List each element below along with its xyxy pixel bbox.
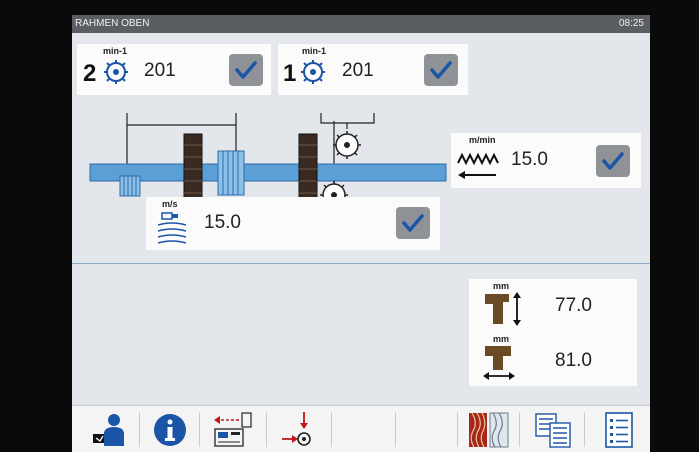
toolbar-separator [395,412,396,447]
section-divider [72,263,650,264]
operator-button[interactable] [80,408,134,451]
dimension-value: 77.0 [555,295,592,316]
saw-blade-icon [103,59,129,90]
dimension-unit-label: mm [493,334,510,344]
clock: 08:25 [618,18,644,29]
spindle-number: 2 [83,60,97,87]
feed-panel[interactable]: m/min 15.0 [451,133,641,188]
check-button[interactable] [424,54,458,86]
check-button[interactable] [596,145,630,177]
title-bar: RAHMEN OBEN 08:25 [72,15,650,33]
cutting-speed-panel[interactable]: m/s 15.0 [146,197,440,250]
operator-icon [92,412,126,452]
info-icon [153,413,187,452]
spindle-unit-label: min-1 [302,46,327,56]
reference-point-button[interactable] [271,408,326,451]
profile-width-icon [481,344,521,387]
toolbar-separator [519,412,520,447]
hmi-screen: RAHMEN OBEN 08:25 2 min-1 201 1 min-1 20… [72,15,650,452]
cutting-speed-unit-label: m/s [162,199,178,209]
dimension-unit-label: mm [493,281,510,291]
spindle-1-head [217,150,245,196]
cutting-speed-icon [156,211,188,250]
toolbar-separator [584,412,585,447]
info-button[interactable] [144,408,194,451]
check-button[interactable] [229,54,263,86]
spindle-unit-label: min-1 [103,46,128,56]
saw-blade-icon [300,59,326,90]
spindle-2-panel[interactable]: 2 min-1 201 [77,44,271,95]
spindle-1-panel[interactable]: 1 min-1 201 [278,44,468,95]
profile-height-icon [483,292,525,331]
cutting-speed-value: 15.0 [204,212,241,233]
dimensions-panel: mm 77.0 mm 81.0 [469,279,637,386]
bottom-toolbar [72,405,650,452]
reference-point-icon [280,411,316,452]
machine-transfer-button[interactable] [205,408,261,451]
workpiece-beam [89,163,447,182]
wood-profile-icon [468,411,510,452]
list-button[interactable] [590,408,644,451]
dimension-value: 81.0 [555,350,592,371]
window-title: RAHMEN OBEN [75,18,150,29]
machine-transfer-icon [212,411,254,452]
feed-unit-label: m/min [469,135,496,145]
toolbar-separator [266,412,267,447]
wood-profile-button[interactable] [463,408,515,451]
saw-blade-upper [333,131,361,159]
toolbar-separator [457,412,458,447]
toolbar-separator [331,412,332,447]
feed-value: 15.0 [511,149,548,170]
parameter-table-icon [533,411,573,452]
spindle-speed-value: 201 [342,60,374,81]
toolbar-separator [199,412,200,447]
feed-wave-icon [456,149,500,186]
list-icon [604,411,634,452]
spindle-number: 1 [283,60,297,87]
spindle-2-head [119,175,141,197]
check-button[interactable] [396,207,430,239]
parameter-table-button[interactable] [525,408,579,451]
spindle-speed-value: 201 [144,60,176,81]
toolbar-separator [139,412,140,447]
